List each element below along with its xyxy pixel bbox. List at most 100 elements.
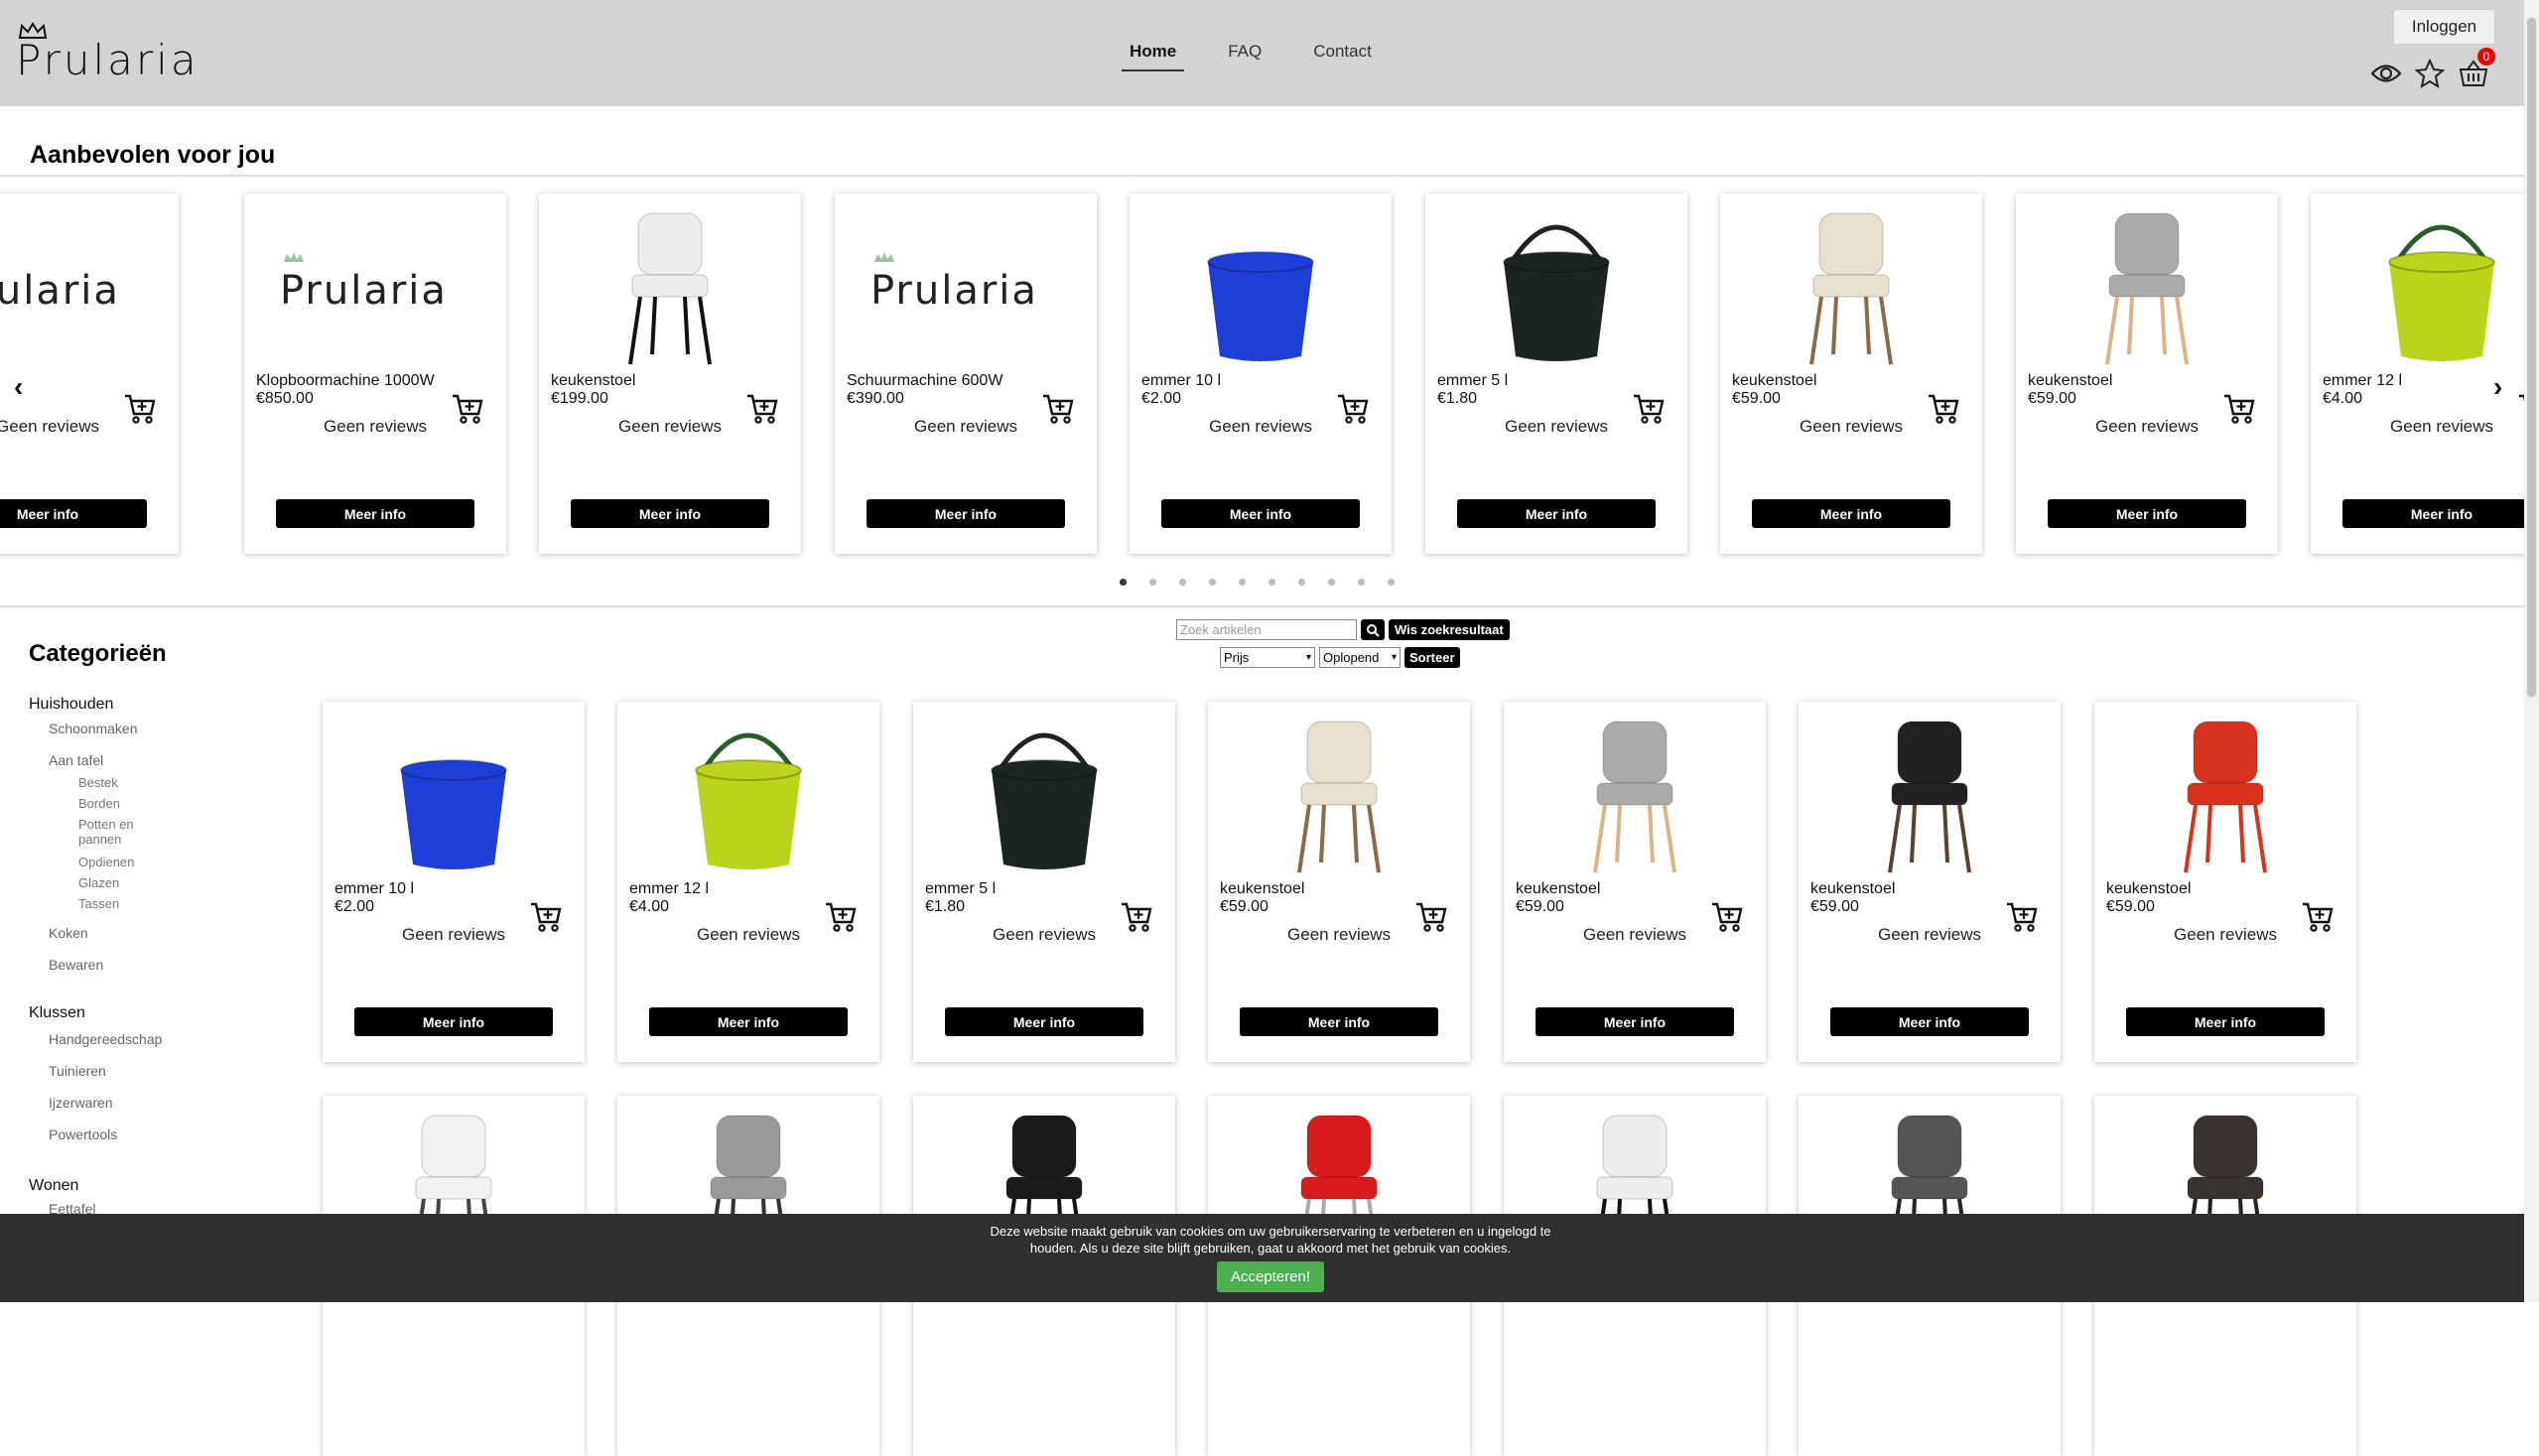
- product-name[interactable]: emmer 5 l: [1437, 372, 1508, 390]
- product-card[interactable]: emmer 10 l €2.00 Geen reviews Meer info: [1130, 194, 1392, 554]
- more-info-button[interactable]: Meer info: [1830, 1007, 2029, 1036]
- product-card[interactable]: emmer 5 l €1.80 Geen reviews Meer info: [913, 702, 1175, 1062]
- add-to-cart-button[interactable]: [1927, 392, 1960, 431]
- carousel-dot[interactable]: [1358, 579, 1365, 586]
- add-to-cart-button[interactable]: [1120, 900, 1153, 939]
- product-card[interactable]: keukenstoel €59.00 Geen reviews Meer info: [2094, 702, 2356, 1062]
- product-name[interactable]: keukenstoel: [1732, 372, 1816, 390]
- nav-home[interactable]: Home: [1122, 40, 1185, 71]
- product-name[interactable]: keukenstoel: [1810, 880, 1895, 898]
- add-to-cart-button[interactable]: [1710, 900, 1744, 939]
- sort-order-select[interactable]: Oplopend ▾: [1319, 647, 1401, 668]
- carousel-prev-arrow[interactable]: ‹: [14, 371, 23, 403]
- product-name[interactable]: emmer 5 l: [925, 880, 996, 898]
- scrollbar-thumb[interactable]: [2527, 18, 2536, 697]
- category-item[interactable]: Bestek: [78, 775, 148, 790]
- carousel-dot[interactable]: [1179, 579, 1186, 586]
- more-info-button[interactable]: Meer info: [354, 1007, 553, 1036]
- product-image[interactable]: [1130, 203, 1392, 370]
- product-card[interactable]: keukenstoel €59.00 Geen reviews Meer info: [1720, 194, 1982, 554]
- product-name[interactable]: keukenstoel: [1516, 880, 1600, 898]
- product-card[interactable]: keukenstoel €59.00 Geen reviews Meer info: [1799, 702, 2061, 1062]
- category-item[interactable]: Ijzerwaren: [49, 1095, 113, 1111]
- product-card[interactable]: Prulariaool 450W00Geen reviewsMeer info: [0, 194, 179, 554]
- more-info-button[interactable]: Meer info: [1457, 499, 1656, 528]
- sort-field-select[interactable]: Prijs ▾: [1220, 647, 1315, 668]
- carousel-dot[interactable]: [1328, 579, 1335, 586]
- carousel-dot[interactable]: [1239, 579, 1246, 586]
- product-name[interactable]: Schuurmachine 600W: [847, 372, 1002, 390]
- category-item[interactable]: Handgereedschap: [49, 1031, 162, 1047]
- category-item[interactable]: Aan tafel: [49, 752, 103, 768]
- product-image[interactable]: [2016, 203, 2278, 370]
- product-card[interactable]: keukenstoel €59.00 Geen reviews Meer info: [2016, 194, 2278, 554]
- product-image[interactable]: [1425, 203, 1687, 370]
- category-item[interactable]: Schoonmaken: [49, 721, 138, 736]
- product-name[interactable]: keukenstoel: [2106, 880, 2191, 898]
- more-info-button[interactable]: Meer info: [276, 499, 474, 528]
- add-to-cart-button[interactable]: [1632, 392, 1666, 431]
- category-item[interactable]: Borden: [78, 796, 148, 811]
- category-item[interactable]: Huishouden: [29, 696, 113, 714]
- product-card[interactable]: emmer 5 l €1.80 Geen reviews Meer info: [1425, 194, 1687, 554]
- product-name[interactable]: emmer 10 l: [334, 880, 414, 898]
- add-to-cart-button[interactable]: [1336, 392, 1370, 431]
- category-item[interactable]: Powertools: [49, 1126, 117, 1142]
- carousel-dot[interactable]: [1269, 579, 1275, 586]
- product-image[interactable]: [1799, 712, 2061, 878]
- search-button[interactable]: [1361, 619, 1385, 640]
- product-name[interactable]: emmer 12 l: [629, 880, 709, 898]
- eye-icon[interactable]: [2370, 58, 2402, 89]
- product-image[interactable]: [323, 712, 585, 878]
- carousel-next-arrow[interactable]: ›: [2493, 371, 2502, 403]
- add-to-cart-button[interactable]: [2222, 392, 2256, 431]
- carousel-dot[interactable]: [1149, 579, 1156, 586]
- add-to-cart-button[interactable]: [529, 900, 563, 939]
- product-image[interactable]: Prularia: [0, 203, 179, 370]
- product-name[interactable]: keukenstoel: [551, 372, 635, 390]
- category-item[interactable]: Tassen: [78, 896, 148, 911]
- category-item[interactable]: Potten en pannen: [78, 817, 148, 847]
- product-image[interactable]: [617, 712, 879, 878]
- more-info-button[interactable]: Meer info: [945, 1007, 1143, 1036]
- more-info-button[interactable]: Meer info: [571, 499, 769, 528]
- add-to-cart-button[interactable]: [2301, 900, 2335, 939]
- site-logo[interactable]: Prularia: [16, 22, 204, 84]
- star-icon[interactable]: [2414, 58, 2446, 89]
- add-to-cart-button[interactable]: [2005, 900, 2039, 939]
- product-card[interactable]: keukenstoel €59.00 Geen reviews Meer info: [1504, 702, 1766, 1062]
- category-item[interactable]: Bewaren: [49, 957, 103, 973]
- product-card[interactable]: keukenstoel €59.00 Geen reviews Meer info: [1208, 702, 1470, 1062]
- product-name[interactable]: emmer 12 l: [2323, 372, 2402, 390]
- accept-cookies-button[interactable]: Accepteren!: [1217, 1261, 1324, 1292]
- add-to-cart-button[interactable]: [745, 392, 779, 431]
- carousel-dot[interactable]: [1209, 579, 1216, 586]
- nav-faq[interactable]: FAQ: [1220, 40, 1270, 71]
- category-item[interactable]: Tuinieren: [49, 1063, 106, 1079]
- category-item[interactable]: Opdienen: [78, 855, 148, 869]
- carousel-dot[interactable]: [1120, 579, 1127, 586]
- product-card[interactable]: emmer 10 l €2.00 Geen reviews Meer info: [323, 702, 585, 1062]
- carousel-dot[interactable]: [1298, 579, 1305, 586]
- product-card[interactable]: Prularia Klopboormachine 1000W €850.00 Geen…: [244, 194, 506, 554]
- more-info-button[interactable]: Meer info: [1536, 1007, 1734, 1036]
- product-image[interactable]: [2311, 203, 2524, 370]
- add-to-cart-button[interactable]: [451, 392, 484, 431]
- product-name[interactable]: keukenstoel: [2028, 372, 2112, 390]
- more-info-button[interactable]: Meer info: [867, 499, 1065, 528]
- product-card[interactable]: Prularia Schuurmachine 600W €390.00 Geen re…: [835, 194, 1097, 554]
- more-info-button[interactable]: Meer info: [1752, 499, 1950, 528]
- add-to-cart-button[interactable]: [2517, 392, 2524, 431]
- nav-contact[interactable]: Contact: [1305, 40, 1380, 71]
- add-to-cart-button[interactable]: [123, 392, 157, 431]
- product-image[interactable]: [913, 712, 1175, 878]
- more-info-button[interactable]: Meer info: [0, 499, 147, 528]
- sort-button[interactable]: Sorteer: [1404, 647, 1460, 668]
- carousel-dot[interactable]: [1388, 579, 1395, 586]
- product-image[interactable]: [539, 203, 801, 370]
- login-button[interactable]: Inloggen: [2393, 9, 2495, 45]
- product-name[interactable]: keukenstoel: [1220, 880, 1304, 898]
- category-item[interactable]: Wonen: [29, 1177, 78, 1195]
- category-item[interactable]: Klussen: [29, 1004, 85, 1022]
- product-image[interactable]: [1208, 712, 1470, 878]
